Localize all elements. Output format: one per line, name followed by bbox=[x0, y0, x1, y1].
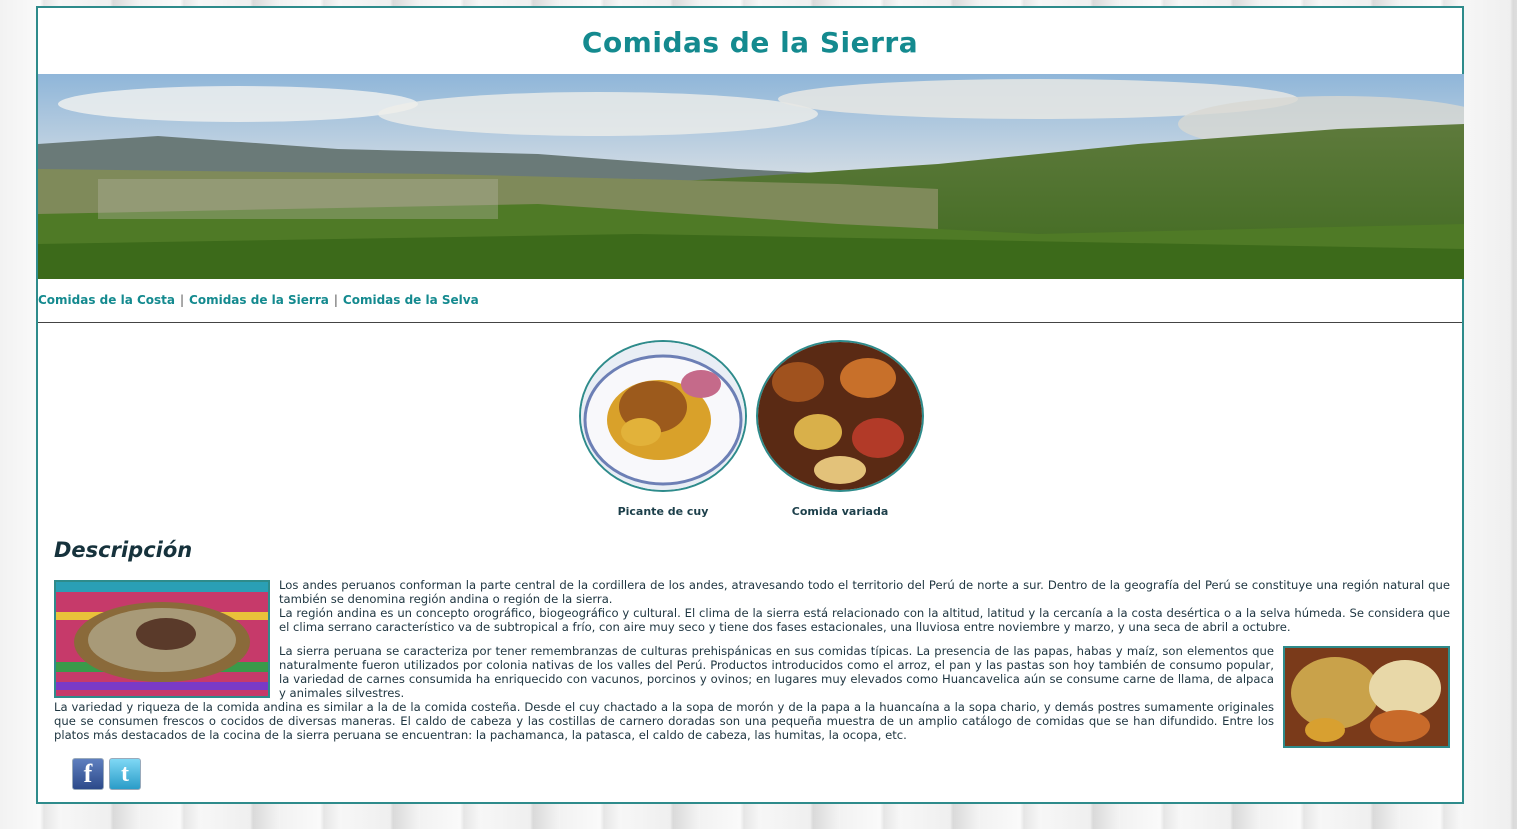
gallery-item-picante-de-cuy[interactable]: Picante de cuy bbox=[579, 340, 747, 518]
gallery-caption: Comida variada bbox=[791, 505, 889, 518]
gallery-caption: Picante de cuy bbox=[617, 505, 709, 518]
platos-image bbox=[1283, 646, 1450, 748]
caldo-image bbox=[54, 580, 270, 698]
description-p2: La región andina es un concepto orográfi… bbox=[279, 606, 1450, 634]
description-paragraph: La variedad y riqueza de la comida andin… bbox=[54, 700, 1274, 742]
nav-separator: | bbox=[333, 293, 338, 307]
social-links: f t bbox=[72, 758, 141, 790]
banner-image bbox=[38, 74, 1464, 279]
twitter-icon[interactable]: t bbox=[109, 758, 141, 790]
page-title: Comidas de la Sierra bbox=[581, 26, 919, 59]
facebook-icon[interactable]: f bbox=[72, 758, 104, 790]
nav-bar: Comidas de la Costa | Comidas de la Sierra… bbox=[38, 293, 479, 307]
description-body: Los andes peruanos conforman la parte ce… bbox=[54, 578, 1450, 750]
comida-variada-image[interactable] bbox=[756, 340, 924, 492]
nav-link-selva[interactable]: Comidas de la Selva bbox=[343, 293, 479, 307]
nav-divider bbox=[38, 322, 1462, 323]
page-container: Comidas de la Sierra Comidas de la Costa… bbox=[36, 6, 1464, 804]
nav-separator: | bbox=[180, 293, 185, 307]
nav-link-costa[interactable]: Comidas de la Costa bbox=[38, 293, 175, 307]
nav-link-sierra[interactable]: Comidas de la Sierra bbox=[189, 293, 329, 307]
gallery-item-comida-variada[interactable]: Comida variada bbox=[756, 340, 924, 518]
picante-de-cuy-image[interactable] bbox=[579, 340, 747, 492]
description-heading: Descripción bbox=[54, 538, 193, 562]
description-p1: Los andes peruanos conforman la parte ce… bbox=[279, 578, 1450, 606]
